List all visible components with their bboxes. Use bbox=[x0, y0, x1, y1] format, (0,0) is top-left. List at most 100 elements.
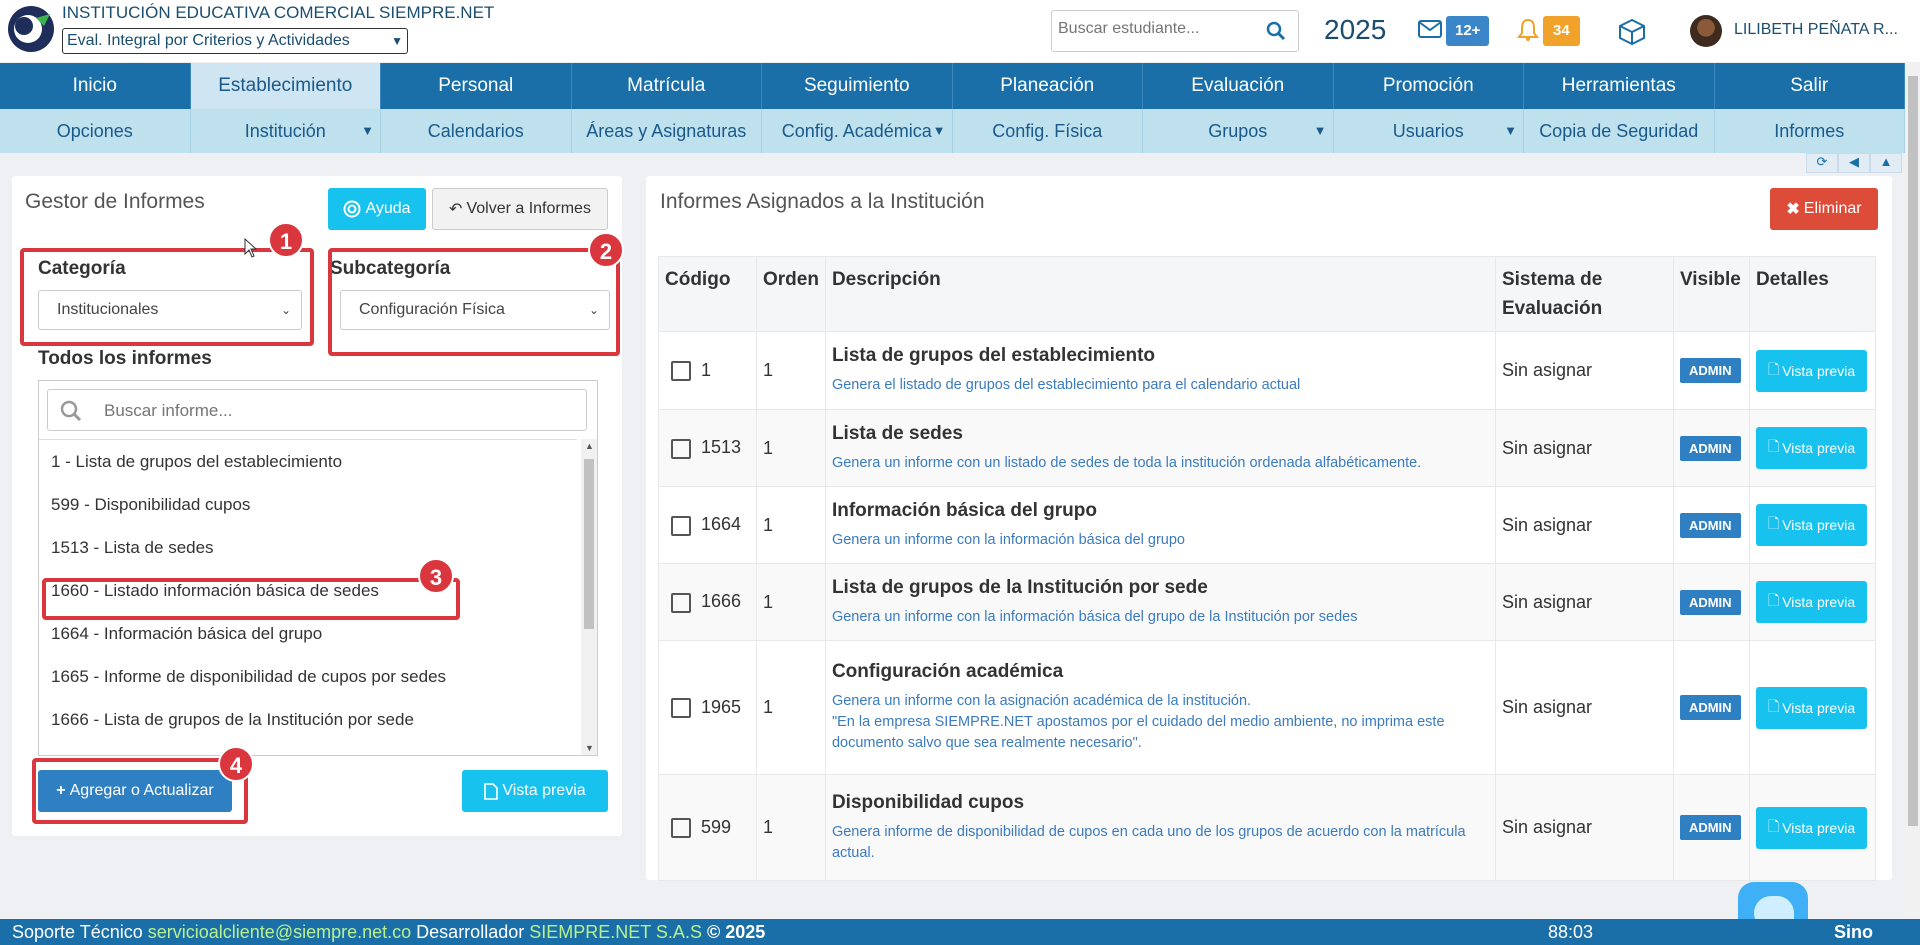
visible-badge: ADMIN bbox=[1679, 815, 1741, 840]
row-preview-button[interactable]: 🗋 Vista previa bbox=[1755, 349, 1868, 392]
col-sistema[interactable]: Sistema de Evaluación bbox=[1494, 256, 1674, 332]
table-row: 599 1 Disponibilidad cupos Genera informe… bbox=[658, 774, 1877, 881]
highlight-box-3 bbox=[42, 578, 460, 620]
list-item[interactable]: 1 - Lista de grupos del establecimiento bbox=[39, 440, 577, 483]
code-cell: 1666 bbox=[658, 563, 757, 641]
row-preview-button[interactable]: 🗋 Vista previa bbox=[1755, 686, 1868, 729]
user-name[interactable]: LILIBETH PEÑATA R... bbox=[1734, 21, 1898, 39]
table-header-row: Código Orden Descripción Sistema de Eval… bbox=[658, 256, 1877, 332]
row-preview-label: Vista previa bbox=[1782, 517, 1856, 533]
order-cell: 1 bbox=[756, 563, 826, 641]
col-detalles[interactable]: Detalles bbox=[1748, 256, 1877, 332]
system-cell: Sin asignar bbox=[1494, 640, 1674, 775]
list-item[interactable]: 1666 - Lista de grupos de la Institución… bbox=[39, 698, 577, 741]
list-scrollbar[interactable]: ▲ ▼ bbox=[581, 439, 597, 755]
messages-badge[interactable]: 12+ bbox=[1446, 16, 1490, 46]
row-checkbox[interactable] bbox=[671, 515, 691, 536]
school-year[interactable]: 2025 bbox=[1324, 14, 1386, 46]
order-cell: 1 bbox=[756, 331, 826, 410]
row-checkbox[interactable] bbox=[671, 818, 691, 839]
col-codigo[interactable]: Código bbox=[658, 256, 757, 332]
refresh-icon[interactable]: ⟳ bbox=[1806, 153, 1838, 173]
nav-matricula[interactable]: Matrícula bbox=[572, 63, 762, 109]
description-cell: Lista de sedes Genera un informe con un l… bbox=[824, 409, 1496, 487]
visible-badge: ADMIN bbox=[1679, 435, 1741, 461]
developer-link[interactable]: SIEMPRE.NET S.A.S bbox=[529, 922, 702, 942]
nav-inicio[interactable]: Inicio bbox=[0, 63, 191, 109]
row-preview-button[interactable]: 🗋 Vista previa bbox=[1755, 806, 1868, 849]
student-search[interactable] bbox=[1051, 10, 1299, 52]
mail-icon[interactable] bbox=[1418, 20, 1442, 38]
subnav-label: Copia de Seguridad bbox=[1539, 121, 1699, 141]
caret-down-icon: ▼ bbox=[1504, 123, 1517, 138]
subnav-opciones[interactable]: Opciones bbox=[0, 109, 191, 153]
scrollbar-thumb[interactable] bbox=[584, 459, 594, 629]
notifications-badge[interactable]: 34 bbox=[1543, 16, 1580, 46]
sino-brand[interactable]: Sino bbox=[1834, 919, 1873, 945]
highlight-box-4 bbox=[32, 758, 248, 824]
subnav-copia-seguridad[interactable]: Copia de Seguridad bbox=[1524, 109, 1715, 153]
subnav-institucion[interactable]: Institución ▼ bbox=[191, 109, 381, 153]
visible-cell: ADMIN bbox=[1672, 331, 1750, 410]
scroll-top-icon[interactable]: ▲ bbox=[1870, 153, 1902, 173]
student-search-input[interactable] bbox=[1058, 20, 1248, 38]
nav-promocion[interactable]: Promoción bbox=[1334, 63, 1524, 109]
report-description: Genera un informe con la información bás… bbox=[831, 531, 1185, 548]
search-icon[interactable] bbox=[1266, 21, 1286, 41]
col-orden[interactable]: Orden bbox=[756, 256, 826, 332]
step-marker-1: 1 bbox=[268, 222, 304, 258]
preview-button[interactable]: Vista previa bbox=[462, 770, 608, 812]
nav-herramientas[interactable]: Herramientas bbox=[1524, 63, 1715, 109]
delete-button[interactable]: ✖ Eliminar bbox=[1770, 188, 1878, 230]
row-preview-button[interactable]: 🗋 Vista previa bbox=[1755, 427, 1868, 469]
code-value: 1664 bbox=[701, 514, 742, 535]
avatar[interactable] bbox=[1690, 15, 1722, 47]
row-checkbox[interactable] bbox=[671, 698, 691, 719]
visible-cell: ADMIN bbox=[1672, 409, 1750, 487]
nav-evaluacion[interactable]: Evaluación bbox=[1143, 63, 1334, 109]
list-item[interactable]: 599 - Disponibilidad cupos bbox=[39, 483, 577, 526]
row-checkbox[interactable] bbox=[671, 438, 691, 459]
page-scrollbar-thumb[interactable] bbox=[1908, 76, 1918, 826]
code-value: 1965 bbox=[701, 696, 742, 717]
visible-badge: ADMIN bbox=[1679, 358, 1741, 383]
col-visible[interactable]: Visible bbox=[1672, 256, 1750, 332]
preview-label: Vista previa bbox=[502, 782, 586, 799]
code-value: 1 bbox=[701, 359, 712, 380]
evaluation-system-select[interactable]: Eval. Integral por Criterios y Actividad… bbox=[62, 28, 408, 54]
file-icon: 🗋 bbox=[1767, 697, 1780, 714]
scroll-up-icon[interactable]: ▲ bbox=[585, 441, 594, 451]
support-email-link[interactable]: servicioalcliente@siempre.net.co bbox=[148, 922, 411, 942]
subnav-config-academica[interactable]: Config. Académica ▼ bbox=[762, 109, 953, 153]
help-button[interactable]: Ayuda bbox=[328, 188, 426, 230]
subnav-informes[interactable]: Informes bbox=[1715, 109, 1905, 153]
row-preview-button[interactable]: 🗋 Vista previa bbox=[1755, 504, 1868, 546]
back-circle-icon[interactable]: ◀ bbox=[1838, 153, 1870, 173]
cube-icon[interactable] bbox=[1617, 17, 1647, 47]
subnav-grupos[interactable]: Grupos ▼ bbox=[1143, 109, 1334, 153]
nav-salir[interactable]: Salir bbox=[1715, 63, 1905, 109]
reply-icon: ↶ bbox=[449, 201, 463, 218]
nav-seguimiento[interactable]: Seguimiento bbox=[762, 63, 953, 109]
subnav-areas[interactable]: Áreas y Asignaturas bbox=[572, 109, 762, 153]
subnav-usuarios[interactable]: Usuarios ▼ bbox=[1334, 109, 1524, 153]
back-to-reports-button[interactable]: ↶ Volver a Informes bbox=[432, 188, 608, 230]
row-preview-label: Vista previa bbox=[1782, 699, 1856, 716]
nav-planeacion[interactable]: Planeación bbox=[953, 63, 1143, 109]
subnav-config-fisica[interactable]: Config. Física bbox=[953, 109, 1143, 153]
report-search-input[interactable] bbox=[104, 401, 544, 421]
scroll-down-icon[interactable]: ▼ bbox=[585, 743, 594, 753]
subnav-calendarios[interactable]: Calendarios bbox=[381, 109, 572, 153]
col-descripcion[interactable]: Descripción bbox=[824, 256, 1496, 332]
code-cell: 1965 bbox=[658, 640, 757, 775]
page-scrollbar[interactable] bbox=[1905, 62, 1920, 919]
nav-personal[interactable]: Personal bbox=[381, 63, 572, 109]
row-checkbox[interactable] bbox=[671, 592, 691, 613]
bell-icon[interactable] bbox=[1517, 18, 1539, 42]
row-checkbox[interactable] bbox=[671, 361, 691, 382]
list-item[interactable]: 1665 - Informe de disponibilidad de cupo… bbox=[39, 655, 577, 698]
nav-establecimiento[interactable]: Establecimiento bbox=[190, 63, 381, 109]
list-item[interactable]: 1513 - Lista de sedes bbox=[39, 526, 577, 569]
row-preview-button[interactable]: 🗋 Vista previa bbox=[1755, 581, 1868, 623]
report-search[interactable] bbox=[47, 389, 587, 431]
